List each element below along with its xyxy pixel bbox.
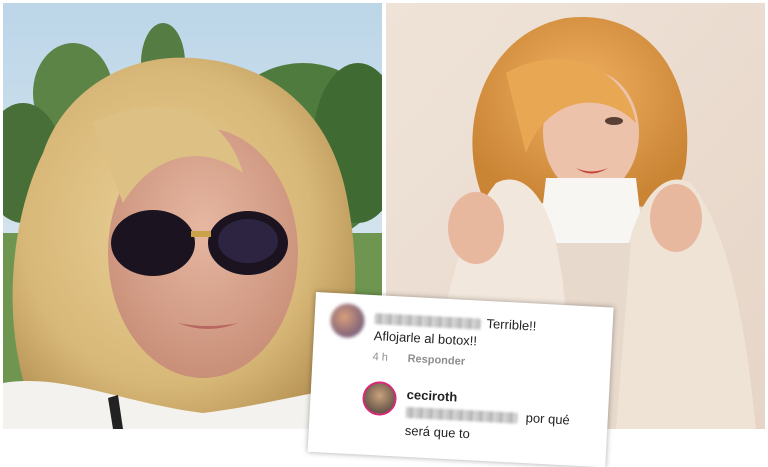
comment-text-line2: Aflojarle al botox!! [373,328,478,349]
reply-username[interactable]: ceciroth [406,387,457,405]
reply-button[interactable]: Responder [407,353,465,368]
reply-mention-blurred[interactable] [405,406,518,424]
reply-text-line2: será que to [404,422,471,442]
commenter-username-blurred[interactable] [374,313,481,330]
commenter-avatar[interactable] [329,302,366,339]
comment-timestamp: 4 h [372,351,389,364]
ceciroth-avatar[interactable] [361,380,398,417]
comment-card: Terrible!! Aflojarle al botox!! 4 h Resp… [307,292,614,467]
reply-text-line1: por qué [525,410,571,428]
comment-text-line1: Terrible!! [486,315,537,334]
